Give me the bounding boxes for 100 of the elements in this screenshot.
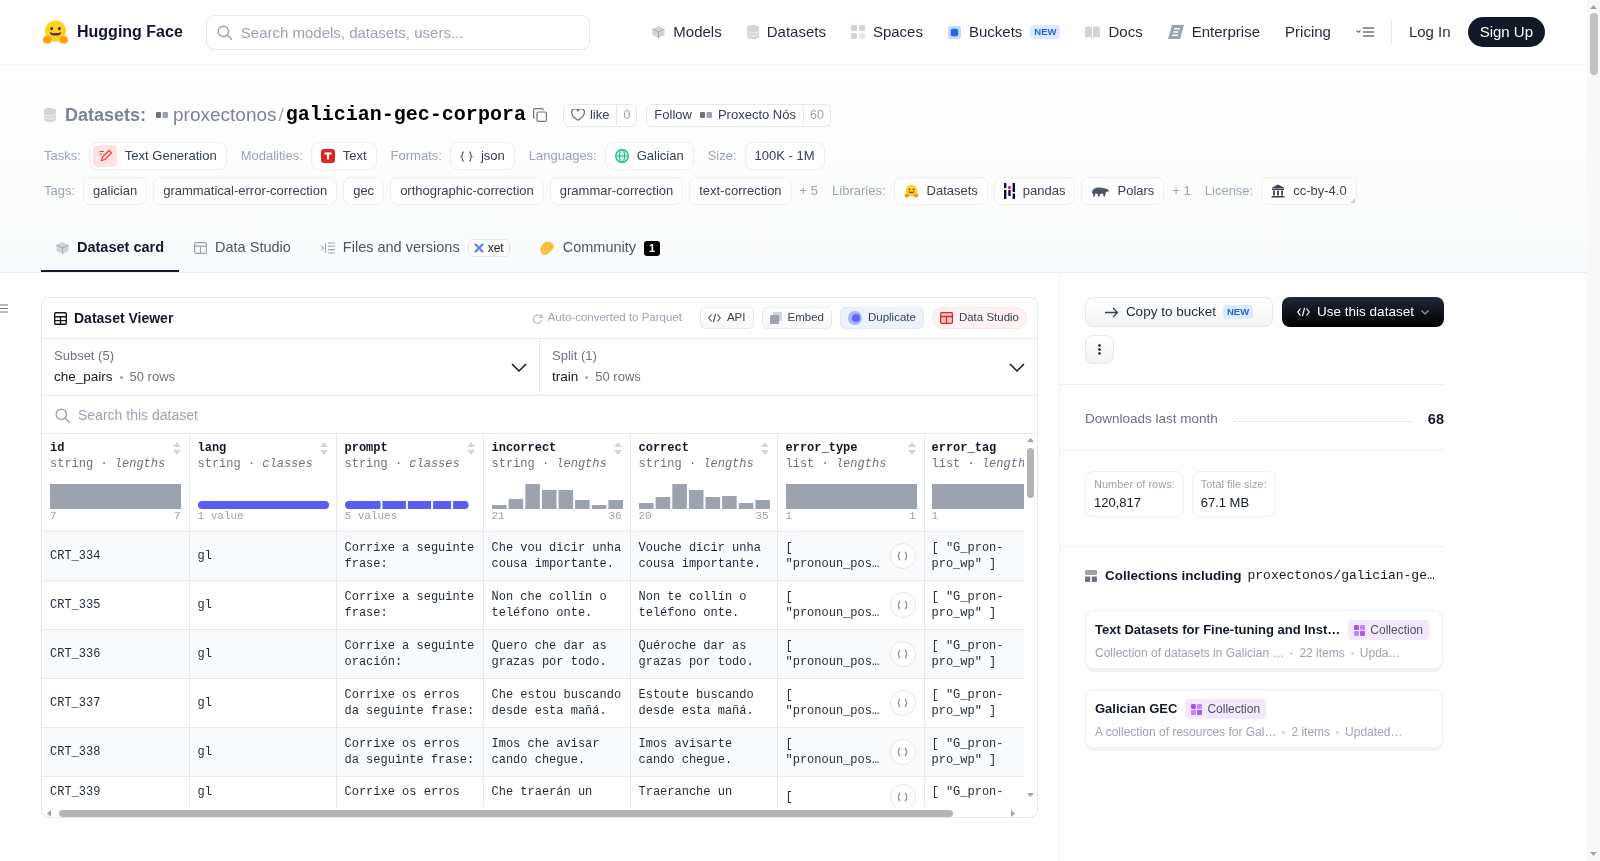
expand-button[interactable] <box>889 591 916 618</box>
scrollbar-thumb[interactable] <box>59 809 953 817</box>
nav-link[interactable]: Datasets <box>746 20 826 44</box>
column-type: list · length <box>931 456 1024 472</box>
tag-link[interactable]: gec <box>343 177 385 205</box>
copy-button[interactable] <box>532 108 547 122</box>
collection-card[interactable]: Text Datasets for Fine-tuning and Inst… Collection Collection of datasets in Galician … 22 items Upda… <box>1085 610 1443 669</box>
table-cell: Che estou buscando desde esta mañá. <box>483 678 630 727</box>
expand-button[interactable] <box>889 738 916 765</box>
copy-to-bucket-button[interactable]: Copy to bucket NEW <box>1085 297 1273 327</box>
nav-link[interactable]: Models <box>652 20 722 44</box>
tab[interactable]: Files and versions xet <box>305 226 525 272</box>
table-cell-text: [ "pronoun_pos… <box>785 539 881 572</box>
tag-link[interactable]: galician <box>83 177 148 205</box>
scrollbar-thumb[interactable] <box>1589 13 1598 75</box>
list-lines-icon <box>320 242 335 254</box>
expand-button[interactable] <box>889 783 916 807</box>
collection-title: Text Datasets for Fine-tuning and Inst… <box>1095 621 1341 640</box>
tag-link[interactable]: orthographic-correction <box>390 177 544 205</box>
sort-icon[interactable] <box>466 442 475 455</box>
toolbar-button[interactable]: Duplicate <box>839 307 924 329</box>
sort-icon[interactable] <box>760 442 769 455</box>
toolbar-button[interactable]: Embed <box>761 307 832 329</box>
table-cell: Non te collín o teléfono onte. <box>630 580 777 629</box>
table-cell: Imos avisarte cando chegue. <box>630 727 777 776</box>
collection-icon <box>1354 624 1366 636</box>
scroll-down-arrow-icon[interactable] <box>1590 852 1597 856</box>
cube-icon <box>652 25 666 39</box>
more-options-button[interactable] <box>1085 335 1114 364</box>
tab[interactable]: Community 1 <box>524 226 676 272</box>
follow-button[interactable]: Follow Proxecto Nós <box>646 103 804 127</box>
tag-link[interactable]: text-correction <box>689 177 792 205</box>
column-name: lang <box>197 440 227 456</box>
tag-link[interactable]: Galician <box>604 142 694 170</box>
collection-icon <box>1085 570 1097 582</box>
database-icon <box>44 108 56 122</box>
tag-link[interactable]: Polars <box>1081 177 1165 205</box>
collection-tag: Collection <box>1185 699 1267 719</box>
table-cell-text: [ "pronoun_pos… <box>785 686 881 719</box>
scroll-up-arrow-icon[interactable] <box>1027 438 1034 442</box>
tab[interactable]: Data Studio <box>179 226 306 272</box>
sort-icon[interactable] <box>907 442 916 455</box>
database-icon <box>746 25 759 39</box>
scroll-up-arrow-icon[interactable] <box>1590 5 1597 9</box>
menu-toggle-icon[interactable] <box>0 304 8 313</box>
tag-link[interactable]: grammatical-error-correction <box>153 177 338 205</box>
scroll-right-arrow-icon[interactable] <box>1011 809 1015 817</box>
use-dataset-button[interactable]: Use this dataset <box>1282 297 1444 327</box>
more-menu-button[interactable] <box>1355 27 1374 37</box>
owner-link[interactable]: proxectonos <box>173 100 277 130</box>
table-cell: Estoute buscando desde esta mañá. <box>630 678 777 727</box>
collection-card[interactable]: Galician GEC Collection A collection of resources for Gal… 2 items Updated… <box>1085 689 1443 748</box>
brand-name[interactable]: Hugging Face <box>77 20 183 44</box>
collections-heading: Collections including <box>1105 566 1242 585</box>
nav-link[interactable]: Buckets NEW <box>947 20 1061 44</box>
sort-icon[interactable] <box>613 442 622 455</box>
toolbar-button[interactable]: Data Studio <box>931 307 1027 329</box>
scroll-down-arrow-icon[interactable] <box>1027 793 1034 797</box>
grid-icon <box>850 25 865 39</box>
conversion-note: Auto-converted to Parquet <box>547 310 682 326</box>
expand-button[interactable] <box>889 689 916 716</box>
scroll-left-arrow-icon[interactable] <box>47 809 51 817</box>
column-name: prompt <box>344 440 388 456</box>
tag-link[interactable]: cc-by-4.0 <box>1261 177 1357 205</box>
pen-icon <box>92 145 117 167</box>
search-field[interactable]: Search models, datasets, users... <box>205 14 590 50</box>
toolbar-button[interactable]: API <box>699 307 754 329</box>
login-link[interactable]: Log In <box>1408 20 1451 44</box>
sort-icon[interactable] <box>319 442 328 455</box>
tag-link[interactable]: json <box>449 142 515 170</box>
table-cell: Traeranche un <box>630 776 777 807</box>
tag-link[interactable]: Datasets <box>893 177 988 205</box>
like-button[interactable]: like <box>562 103 618 127</box>
smiling-face-logo <box>42 18 69 46</box>
item-count: 2 items <box>1291 724 1331 741</box>
column-type: list · lengths <box>785 456 888 472</box>
scrollbar-thumb[interactable] <box>1027 448 1034 498</box>
signup-button[interactable]: Sign Up <box>1467 17 1545 47</box>
expand-button[interactable] <box>889 542 916 569</box>
chevron-down-icon <box>1009 362 1025 372</box>
nav-link[interactable]: Docs <box>1085 20 1143 44</box>
expand-button[interactable] <box>889 640 916 667</box>
tag-link[interactable]: Text Generation <box>88 142 227 170</box>
tab[interactable]: Dataset card <box>41 226 180 272</box>
nav-link[interactable]: Spaces <box>850 20 923 44</box>
tag-link[interactable]: grammar-correction <box>549 177 684 205</box>
sort-icon[interactable] <box>172 442 181 455</box>
scrollbar[interactable] <box>1587 0 1600 861</box>
tag-link[interactable]: 100K - 1M <box>744 142 825 170</box>
tag-link[interactable]: Text <box>310 142 377 170</box>
table-icon <box>939 312 953 324</box>
table-cell-text: [ <box>785 788 794 805</box>
table-cell: CRT_336 <box>42 629 189 678</box>
tag-link[interactable]: pandas <box>993 177 1076 205</box>
braces-icon <box>897 746 908 757</box>
cross-icon <box>473 243 484 253</box>
nav-link[interactable]: Pricing <box>1285 20 1331 44</box>
nav-link[interactable]: Enterprise <box>1167 20 1261 44</box>
range-min: 1 <box>931 510 939 523</box>
table-cell: Corrixe os erros <box>336 776 483 807</box>
